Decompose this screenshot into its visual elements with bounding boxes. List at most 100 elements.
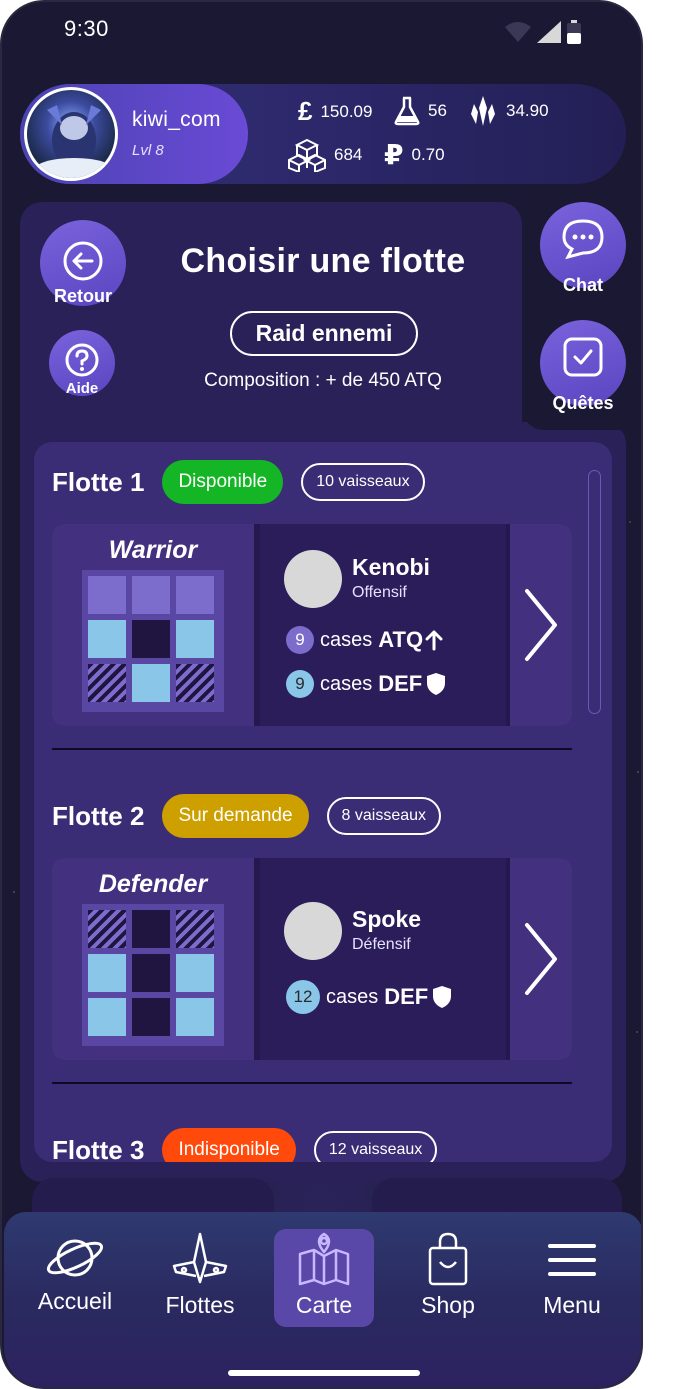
ships-count: 10 vaisseaux bbox=[301, 463, 425, 501]
crystal-icon bbox=[471, 96, 495, 126]
phone-frame: 9:30 kiwi_com Lvl 8 £ 150.09 56 34.90 68… bbox=[0, 0, 643, 1389]
fleet-name: Flotte 2 bbox=[52, 800, 145, 831]
player-level: Lvl 8 bbox=[132, 142, 164, 159]
chat-bubble-icon bbox=[562, 219, 604, 260]
username: kiwi_com bbox=[132, 108, 221, 131]
grid-cell bbox=[176, 620, 214, 658]
fleet-2-card[interactable]: Defender Spoke Défensif 12 cases DEF bbox=[52, 858, 572, 1060]
potion-value: 56 bbox=[428, 101, 447, 120]
arrow-up-icon bbox=[425, 630, 443, 651]
grid-cell bbox=[88, 664, 126, 702]
stat-label: cases bbox=[320, 672, 373, 695]
flask-icon bbox=[394, 96, 420, 126]
grid-cell bbox=[132, 954, 170, 992]
grid-cell bbox=[132, 998, 170, 1036]
stat-def: 12 cases DEF bbox=[286, 980, 452, 1014]
grid-cell bbox=[176, 954, 214, 992]
formation-grid bbox=[82, 570, 224, 712]
planet-icon bbox=[46, 1239, 104, 1277]
grid-cell bbox=[88, 576, 126, 614]
back-button[interactable]: Retour bbox=[40, 220, 126, 306]
help-button[interactable]: Aide bbox=[49, 330, 115, 397]
ships-count: 12 vaisseaux bbox=[313, 1131, 438, 1162]
map-icon bbox=[298, 1232, 350, 1286]
stat-number: 9 bbox=[286, 626, 314, 654]
avatar-image bbox=[34, 105, 114, 178]
resource-crystals: 34.90 bbox=[468, 94, 549, 128]
grid-cell bbox=[88, 954, 126, 992]
nav-label: Carte bbox=[295, 1292, 353, 1318]
nav-menu[interactable]: Menu bbox=[522, 1232, 622, 1319]
resource-pounds: £ 150.09 bbox=[298, 96, 372, 127]
pounds-value: 150.09 bbox=[320, 101, 373, 121]
fleet-1-header: Flotte 1 Disponible 10 vaisseaux bbox=[52, 460, 425, 504]
grid-cell bbox=[176, 910, 214, 948]
resource-potion: 56 bbox=[394, 96, 447, 126]
nav-label: Menu bbox=[543, 1292, 601, 1318]
chat-label: Chat bbox=[563, 275, 603, 295]
chat-button[interactable]: Chat bbox=[540, 202, 626, 295]
ruble-icon: ₽ bbox=[384, 139, 404, 170]
pound-icon: £ bbox=[298, 96, 313, 126]
question-icon bbox=[65, 343, 99, 377]
battery-icon bbox=[567, 20, 581, 44]
blocks-value: 684 bbox=[334, 145, 363, 164]
grid-cell bbox=[132, 576, 170, 614]
nav-flottes[interactable]: Flottes bbox=[150, 1232, 250, 1319]
quests-button[interactable]: Quêtes bbox=[540, 320, 626, 413]
composition-text: Composition : + de 450 ATQ bbox=[204, 370, 442, 391]
stat-atq: 9 cases ATQ bbox=[286, 626, 443, 654]
fleet-name: Flotte 3 bbox=[52, 1134, 145, 1163]
formation-panel: Warrior bbox=[52, 524, 254, 726]
status-bar: 9:30 bbox=[64, 16, 581, 46]
profile-pill[interactable]: kiwi_com Lvl 8 bbox=[20, 84, 248, 184]
wifi-icon bbox=[505, 22, 531, 42]
bottom-nav: Accueil Flottes Carte Shop Menu bbox=[4, 1212, 641, 1387]
leader-panel: Spoke Défensif 12 cases DEF bbox=[260, 858, 506, 1060]
nav-carte[interactable]: Carte bbox=[274, 1229, 374, 1327]
fleet-name: Flotte 1 bbox=[52, 466, 145, 497]
grid-cell bbox=[176, 664, 214, 702]
scrollbar[interactable] bbox=[588, 470, 601, 714]
select-fleet-button[interactable] bbox=[510, 858, 572, 1060]
stat-type: ATQ bbox=[378, 627, 424, 652]
fleet-class: Defender bbox=[98, 870, 208, 898]
status-badge: Disponible bbox=[162, 460, 284, 504]
select-fleet-button[interactable] bbox=[510, 524, 572, 726]
profile-resource-bar: kiwi_com Lvl 8 £ 150.09 56 34.90 684 ₽ 0… bbox=[20, 84, 626, 184]
grid-cell bbox=[88, 998, 126, 1036]
stat-def: 9 cases DEF bbox=[286, 670, 446, 698]
leader-name: Kenobi bbox=[352, 554, 430, 580]
avatar[interactable] bbox=[24, 87, 118, 181]
stat-label: cases bbox=[320, 628, 373, 651]
leader-role: Défensif bbox=[352, 936, 411, 953]
divider bbox=[52, 748, 572, 750]
grid-cell bbox=[132, 910, 170, 948]
resource-blocks: 684 bbox=[288, 138, 362, 172]
grid-cell bbox=[176, 998, 214, 1036]
system-icons bbox=[505, 20, 581, 44]
chevron-right-icon bbox=[525, 589, 557, 661]
nav-shop[interactable]: Shop bbox=[398, 1232, 498, 1319]
hamburger-icon bbox=[548, 1244, 596, 1276]
grid-cell bbox=[176, 576, 214, 614]
stat-number: 9 bbox=[286, 670, 314, 698]
status-badge: Sur demande bbox=[162, 794, 309, 838]
home-indicator[interactable] bbox=[228, 1370, 420, 1376]
quests-label: Quêtes bbox=[552, 393, 614, 413]
fleet-1-card[interactable]: Warrior Kenobi Offensif 9 cases ATQ 9 ca… bbox=[52, 524, 572, 726]
nav-label: Flottes bbox=[165, 1292, 235, 1318]
fleet-3-clip: Flotte 3 Indisponible 12 vaisseaux bbox=[34, 1112, 612, 1162]
divider bbox=[52, 1082, 572, 1084]
grid-cell bbox=[88, 620, 126, 658]
nav-accueil[interactable]: Accueil bbox=[25, 1232, 125, 1315]
ships-count: 8 vaisseaux bbox=[326, 797, 442, 835]
page-title: Choisir une flotte bbox=[180, 242, 466, 280]
leader-role: Offensif bbox=[352, 584, 407, 601]
stat-number: 12 bbox=[286, 980, 320, 1014]
spaceship-icon bbox=[172, 1232, 228, 1284]
shopping-bag-icon bbox=[428, 1232, 468, 1286]
help-label: Aide bbox=[65, 380, 99, 397]
rubles-value: 0.70 bbox=[411, 144, 445, 164]
arrow-left-icon bbox=[63, 241, 103, 281]
